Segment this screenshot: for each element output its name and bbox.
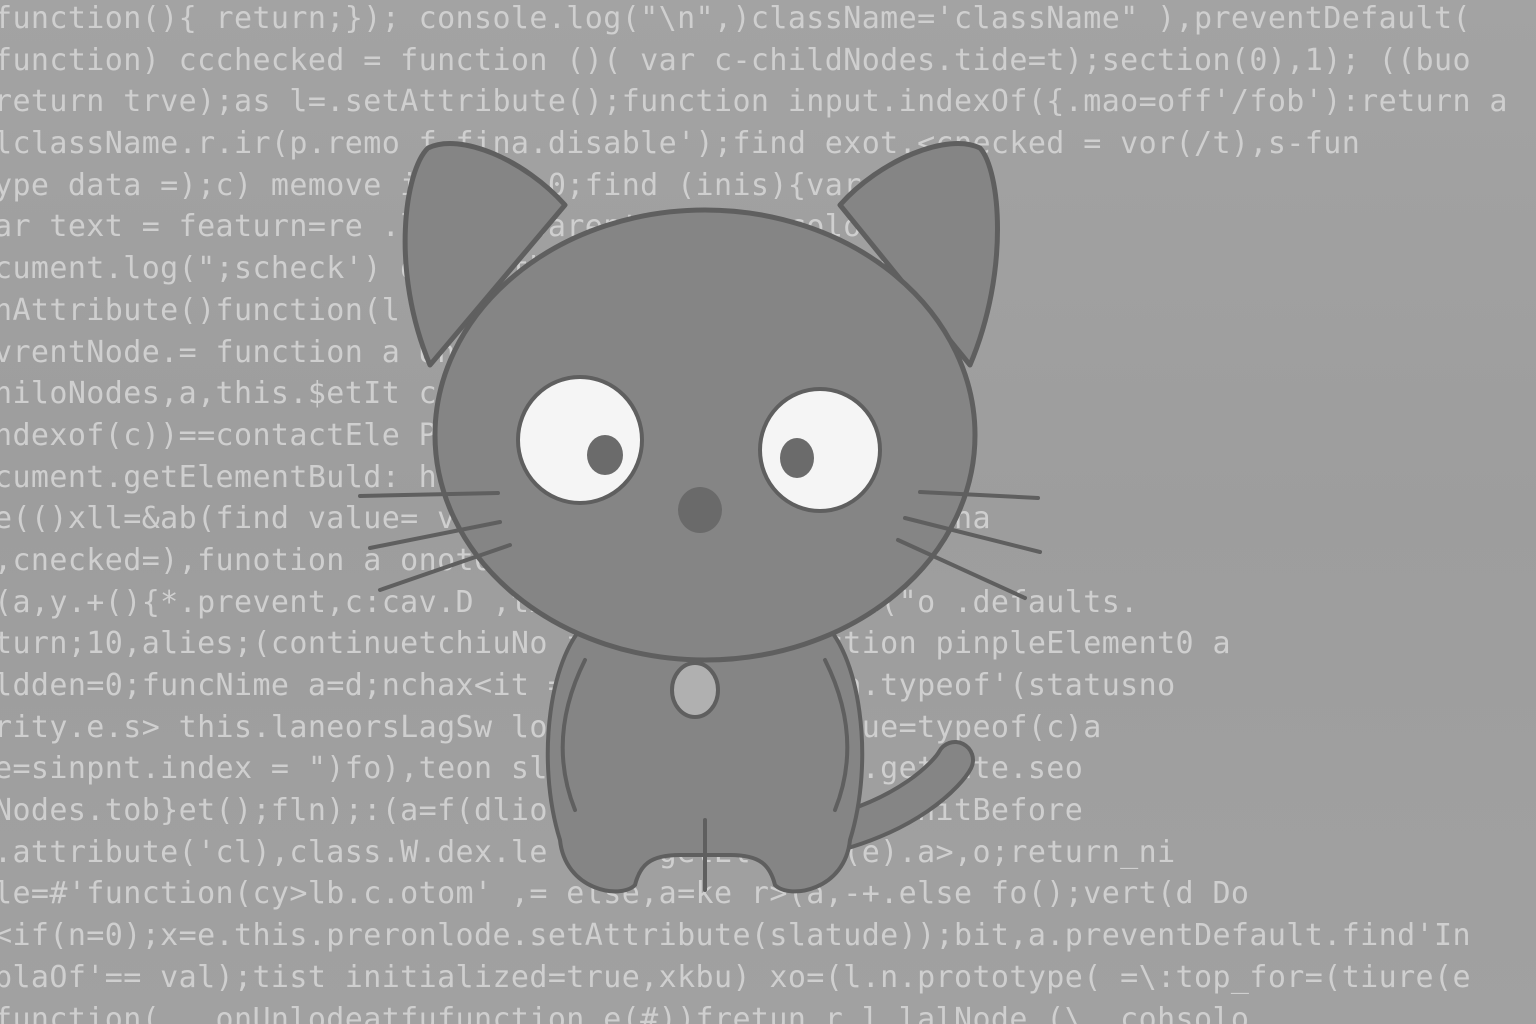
cat-collar-tag	[670, 661, 720, 719]
cat-left-eye	[516, 375, 644, 505]
code-line: function(){ return;}); console.log("\n",…	[0, 1, 1471, 36]
cat-right-pupil	[780, 438, 814, 478]
code-line: return trve);as l=.setAttribute();functi…	[0, 84, 1508, 120]
wallpaper: function(){ return;}); console.log("\n",…	[0, 0, 1536, 1024]
cat-head	[432, 207, 978, 663]
cat-illustration	[358, 141, 1042, 894]
code-line: plaOf'== val);tist initialized=true,xkbu…	[0, 959, 1471, 995]
code-line: function(...onUnlodeatfufunction.e(#))fr…	[0, 1001, 1250, 1024]
cat-right-eye	[758, 387, 882, 513]
cat-left-pupil	[587, 435, 623, 475]
cat-nose	[678, 487, 722, 533]
code-line: <if(n=0);x=e.this.preronlode.setAttribut…	[0, 918, 1471, 954]
code-line: function) ccchecked = function ()( var c…	[0, 42, 1471, 78]
